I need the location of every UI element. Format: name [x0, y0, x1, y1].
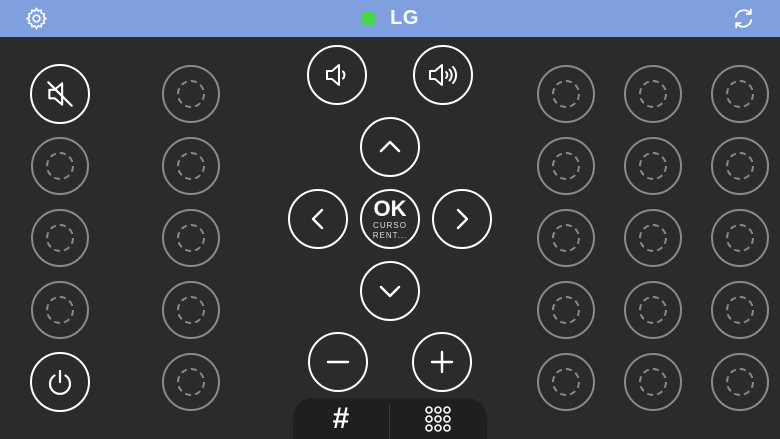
power-icon — [48, 369, 72, 395]
plus-icon — [430, 350, 454, 374]
chevron-up-icon — [379, 140, 401, 153]
empty-slot-button[interactable] — [711, 65, 769, 123]
empty-slot-button[interactable] — [537, 137, 595, 195]
ok-button[interactable]: OK CURSO RENT... — [360, 189, 420, 249]
empty-slot-button[interactable] — [31, 209, 89, 267]
empty-slot-button[interactable] — [162, 65, 220, 123]
empty-slot-button[interactable] — [624, 137, 682, 195]
hash-button[interactable]: # — [293, 398, 389, 439]
empty-slot-button[interactable] — [537, 353, 595, 411]
empty-slot-button[interactable] — [624, 65, 682, 123]
connection-status-dot — [361, 11, 377, 26]
channel-up-button[interactable] — [412, 332, 472, 392]
empty-slot-button[interactable] — [31, 281, 89, 339]
refresh-icon[interactable] — [731, 6, 756, 31]
bottom-bar: # — [293, 398, 487, 439]
dpad-left-button[interactable] — [288, 189, 348, 249]
power-button[interactable] — [30, 352, 90, 412]
ok-sublabel: CURSO RENT... — [372, 220, 408, 240]
dpad-down-button[interactable] — [360, 261, 420, 321]
chevron-down-icon — [379, 285, 401, 298]
minus-icon — [326, 360, 350, 364]
dpad-up-button[interactable] — [360, 117, 420, 177]
ok-label: OK — [373, 195, 407, 221]
device-title: LG — [0, 0, 780, 37]
empty-slot-button[interactable] — [711, 137, 769, 195]
empty-slot-button[interactable] — [711, 209, 769, 267]
chevron-right-icon — [456, 208, 469, 230]
volume-up-button[interactable] — [413, 45, 473, 105]
keypad-button[interactable] — [390, 398, 486, 439]
empty-slot-button[interactable] — [31, 137, 89, 195]
keypad-grid-icon — [425, 405, 451, 432]
empty-slot-button[interactable] — [711, 281, 769, 339]
empty-slot-button[interactable] — [162, 137, 220, 195]
channel-down-button[interactable] — [308, 332, 368, 392]
empty-slot-button[interactable] — [537, 281, 595, 339]
empty-slot-button[interactable] — [537, 65, 595, 123]
volume-down-button[interactable] — [307, 45, 367, 105]
empty-slot-button[interactable] — [624, 281, 682, 339]
empty-slot-button[interactable] — [537, 209, 595, 267]
empty-slot-button[interactable] — [624, 353, 682, 411]
chevron-left-icon — [311, 208, 324, 230]
device-name: LG — [390, 7, 419, 29]
empty-slot-button[interactable] — [711, 353, 769, 411]
gear-icon[interactable] — [24, 6, 49, 31]
empty-slot-button[interactable] — [162, 353, 220, 411]
volume-up-icon — [429, 64, 457, 86]
hash-label: # — [332, 401, 350, 435]
empty-slot-button[interactable] — [624, 209, 682, 267]
volume-down-icon — [326, 64, 346, 86]
dpad-right-button[interactable] — [432, 189, 492, 249]
mute-button[interactable] — [30, 64, 90, 124]
empty-slot-button[interactable] — [162, 209, 220, 267]
mute-icon — [47, 81, 73, 107]
empty-slot-button[interactable] — [162, 281, 220, 339]
